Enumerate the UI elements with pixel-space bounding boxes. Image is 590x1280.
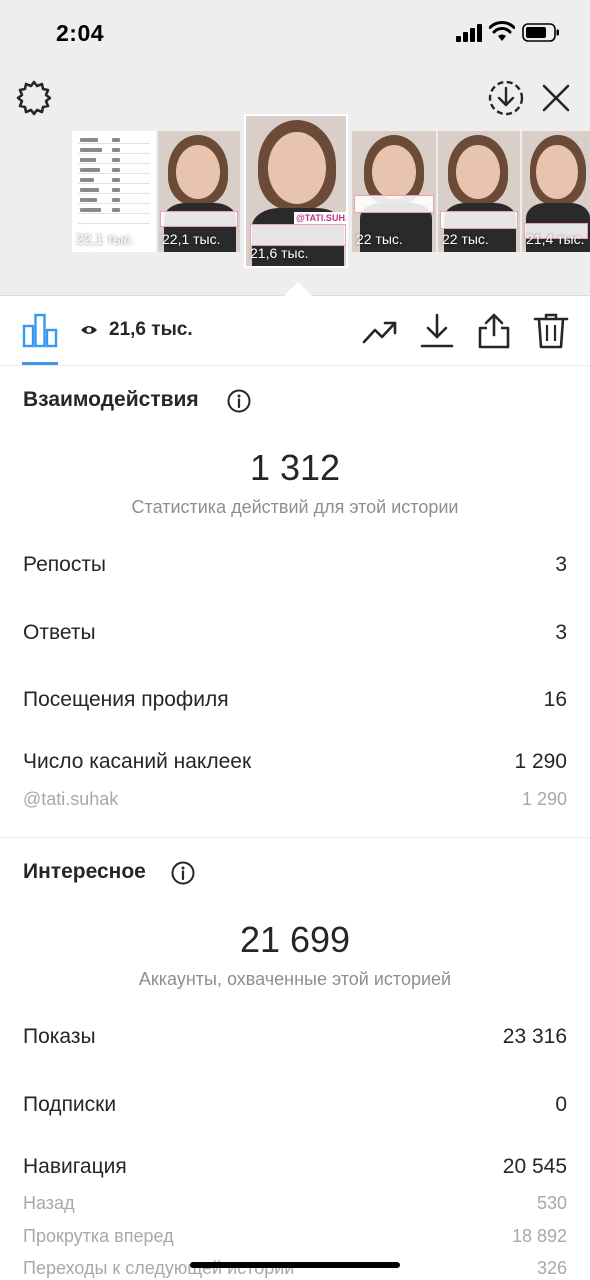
section-divider <box>0 837 590 838</box>
story-views-label: 22,1 тыс. <box>162 231 221 247</box>
sticker-mention: @TATI.SUHAK <box>294 212 346 224</box>
story-thumbnail[interactable]: 22 тыс. <box>438 131 520 252</box>
metric-label: Репосты <box>23 553 107 576</box>
eye-icon <box>81 326 97 334</box>
settings-gear-icon[interactable] <box>14 78 54 118</box>
wifi-icon <box>489 21 515 41</box>
nav-sub-label: Назад <box>23 1193 75 1213</box>
promote-trend-icon[interactable] <box>361 312 399 350</box>
story-thumbnail-selected[interactable]: @TATI.SUHAK 21,6 тыс. <box>244 114 348 268</box>
story-thumbnail[interactable]: 22 тыс. <box>352 131 436 252</box>
story-views-label: 21,6 тыс. <box>250 245 309 261</box>
trash-icon[interactable] <box>532 312 570 350</box>
battery-icon <box>522 23 559 42</box>
active-tab-indicator <box>22 362 58 365</box>
metric-value: 0 <box>555 1093 567 1116</box>
metric-label: Показы <box>23 1025 96 1048</box>
cellular-signal-icon <box>456 24 484 42</box>
metric-value: 1 290 <box>514 750 567 773</box>
status-time: 2:04 <box>56 20 105 46</box>
nav-sub-value: 530 <box>536 1193 567 1213</box>
interactions-total: 1 312 <box>249 447 341 488</box>
info-icon[interactable] <box>171 861 195 885</box>
sticker-mention-value: 1 290 <box>521 789 567 809</box>
story-thumbnail[interactable]: 22,1 тыс. <box>72 131 156 252</box>
download-icon[interactable] <box>418 312 456 350</box>
metric-label: Навигация <box>23 1155 127 1178</box>
story-views-label: 22,1 тыс. <box>76 231 135 247</box>
metric-value: 16 <box>543 688 567 711</box>
metric-label: Подписки <box>23 1093 117 1116</box>
home-indicator[interactable] <box>190 1262 400 1268</box>
story-views-label: 21,4 тыс. <box>526 231 585 247</box>
share-icon[interactable] <box>475 312 513 350</box>
story-views-label: 22 тыс. <box>442 231 489 247</box>
story-header: 2:04 22,1 тыс. 22,1 тыс. @TATI.SUH 21,6 … <box>0 0 590 296</box>
nav-sub-value: 326 <box>536 1258 567 1278</box>
selection-pointer <box>284 282 312 296</box>
download-circle-icon[interactable] <box>486 78 526 118</box>
status-bar: 2:04 <box>0 0 590 64</box>
metric-value: 3 <box>555 553 567 576</box>
views-count: 21,6 тыс. <box>109 319 193 340</box>
interactions-subtitle: Статистика действий для этой истории <box>131 497 459 517</box>
metric-label: Ответы <box>23 621 96 644</box>
close-icon[interactable] <box>538 80 574 116</box>
discovery-total: 21 699 <box>239 919 351 960</box>
discovery-title: Интересное <box>23 860 146 883</box>
discovery-subtitle: Аккаунты, охваченные этой историей <box>138 969 452 989</box>
metric-label: Число касаний наклеек <box>23 750 252 773</box>
metric-value: 3 <box>555 621 567 644</box>
metric-value: 20 545 <box>502 1155 567 1178</box>
nav-sub-label: Прокрутка вперед <box>23 1226 174 1246</box>
story-thumbnail[interactable]: 22,1 тыс. <box>158 131 240 252</box>
info-icon[interactable] <box>227 389 251 413</box>
metric-label: Посещения профиля <box>23 688 229 711</box>
metric-value: 23 316 <box>502 1025 567 1048</box>
nav-sub-value: 18 892 <box>511 1226 567 1246</box>
story-thumbnail[interactable]: 21,4 тыс. <box>522 131 590 252</box>
story-views-label: 22 тыс. <box>356 231 403 247</box>
story-toolbar: 21,6 тыс. <box>0 296 590 366</box>
insights-bar-chart-icon[interactable] <box>22 312 58 348</box>
sticker-mention-label: @tati.suhak <box>23 789 119 809</box>
interactions-title: Взаимодействия <box>23 388 199 411</box>
